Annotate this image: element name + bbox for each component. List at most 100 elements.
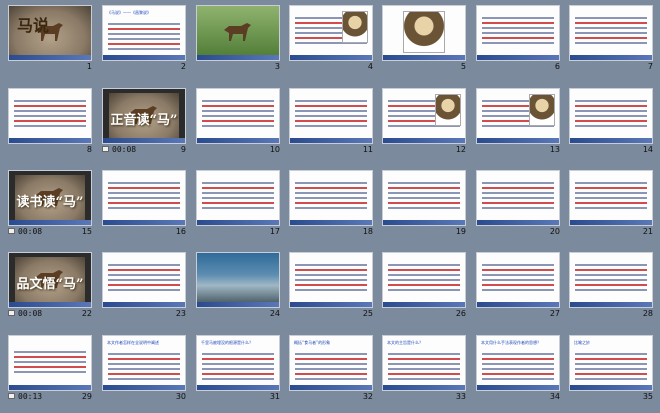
slide-thumbnail[interactable] bbox=[569, 5, 653, 61]
slide-thumbnail-cell[interactable]: 23 bbox=[102, 252, 186, 319]
slide-thumbnail[interactable]: 千里马被埋没的根源是什么？ bbox=[196, 335, 280, 391]
slide-thumbnail[interactable]: 本文的主旨是什么？ bbox=[382, 335, 466, 391]
slide-thumbnail[interactable] bbox=[569, 88, 653, 144]
slide-footer-bar bbox=[9, 385, 91, 390]
slide-thumbnail-cell[interactable]: 本文作者怎样在全说明中阐述 30 bbox=[102, 335, 186, 402]
slide-thumbnail[interactable] bbox=[196, 170, 280, 226]
slide-thumbnail[interactable]: 本文用什么手法表现作者的思想？ bbox=[476, 335, 560, 391]
slide-thumbnail-cell[interactable]: 25 bbox=[289, 252, 373, 319]
slide-thumbnail-cell[interactable]: 品文悟“马” 00:08 22 bbox=[8, 252, 92, 319]
slide-number: 10 bbox=[269, 145, 280, 154]
slide-thumbnail-cell[interactable]: 16 bbox=[102, 170, 186, 237]
slide-title: 马说 bbox=[17, 16, 50, 35]
slide-thumbnail-cell[interactable]: 概括“食马者”的形象 32 bbox=[289, 335, 373, 402]
slide-thumbnail-cell[interactable]: 17 bbox=[196, 170, 280, 237]
slide-heading: 本文的主旨是什么？ bbox=[387, 340, 423, 345]
slide-thumbnail-cell[interactable]: 21 bbox=[569, 170, 653, 237]
slide-thumbnail[interactable] bbox=[102, 252, 186, 308]
slide-thumbnail[interactable] bbox=[476, 88, 560, 144]
slide-thumbnail[interactable] bbox=[382, 88, 466, 144]
slide-number: 4 bbox=[367, 62, 373, 71]
slide-footer-bar bbox=[103, 55, 185, 60]
slide-thumbnail[interactable] bbox=[382, 170, 466, 226]
slide-thumbnail[interactable] bbox=[476, 5, 560, 61]
slide-timing: 00:08 bbox=[18, 309, 43, 318]
slide-number: 21 bbox=[642, 227, 653, 236]
slide-thumbnail[interactable] bbox=[8, 335, 92, 391]
slide-thumbnail-cell[interactable]: 本文的主旨是什么？ 33 bbox=[382, 335, 466, 402]
slide-number: 29 bbox=[81, 392, 92, 401]
slide-thumbnail-cell[interactable]: 00:13 29 bbox=[8, 335, 92, 402]
slide-thumbnail[interactable] bbox=[196, 88, 280, 144]
slide-thumbnail[interactable]: 读书读“马” bbox=[8, 170, 92, 226]
slide-thumbnail[interactable]: 《马说》——《昌黎说》 bbox=[102, 5, 186, 61]
slide-number: 16 bbox=[175, 227, 186, 236]
slide-footer-bar bbox=[290, 220, 372, 225]
slide-footer-bar bbox=[477, 302, 559, 307]
slide-thumbnail[interactable]: 本文作者怎样在全说明中阐述 bbox=[102, 335, 186, 391]
portrait-image bbox=[435, 94, 461, 126]
slide-thumbnail[interactable] bbox=[569, 170, 653, 226]
slide-thumbnail-cell[interactable]: 26 bbox=[382, 252, 466, 319]
slide-footer-bar bbox=[477, 138, 559, 143]
slide-thumbnail[interactable]: 比喻之妙 bbox=[569, 335, 653, 391]
slide-overlay-text: 读书读“马” bbox=[16, 195, 84, 210]
slide-thumbnail-cell[interactable]: 8 bbox=[8, 88, 92, 155]
slide-number: 28 bbox=[642, 309, 653, 318]
slide-thumbnail-cell[interactable]: 7 bbox=[569, 5, 653, 72]
slide-thumbnail-cell[interactable]: 4 bbox=[289, 5, 373, 72]
slide-thumbnail-cell[interactable]: 3 bbox=[196, 5, 280, 72]
slide-thumbnail-cell[interactable]: 本文用什么手法表现作者的思想？ 34 bbox=[476, 335, 560, 402]
slide-thumbnail[interactable] bbox=[476, 170, 560, 226]
slide-timing: 00:13 bbox=[18, 392, 43, 401]
media-icon bbox=[8, 310, 15, 316]
slide-thumbnail-cell[interactable]: 《马说》——《昌黎说》 2 bbox=[102, 5, 186, 72]
slide-thumbnail-cell[interactable]: 马说 1 bbox=[8, 5, 92, 72]
slide-footer-bar bbox=[197, 302, 279, 307]
slide-thumbnail-cell[interactable]: 27 bbox=[476, 252, 560, 319]
slide-thumbnail-cell[interactable]: 正音读“马” 00:08 9 bbox=[102, 88, 186, 155]
slide-footer-bar bbox=[197, 55, 279, 60]
slide-thumbnail[interactable] bbox=[382, 252, 466, 308]
slide-footer-bar bbox=[570, 302, 652, 307]
slide-thumbnail-cell[interactable]: 11 bbox=[289, 88, 373, 155]
slide-thumbnail[interactable] bbox=[289, 170, 373, 226]
slide-footer-bar bbox=[477, 220, 559, 225]
slide-thumbnail-cell[interactable]: 18 bbox=[289, 170, 373, 237]
slide-thumbnail[interactable]: 概括“食马者”的形象 bbox=[289, 335, 373, 391]
slide-footer-bar bbox=[197, 385, 279, 390]
slide-thumbnail[interactable]: 品文悟“马” bbox=[8, 252, 92, 308]
slide-number: 9 bbox=[180, 145, 186, 154]
slide-thumbnail[interactable] bbox=[569, 252, 653, 308]
slide-thumbnail[interactable]: 正音读“马” bbox=[102, 88, 186, 144]
slide-heading: 本文用什么手法表现作者的思想？ bbox=[481, 340, 541, 345]
slide-thumbnail-cell[interactable]: 14 bbox=[569, 88, 653, 155]
slide-thumbnail[interactable] bbox=[289, 88, 373, 144]
slide-thumbnail-cell[interactable]: 6 bbox=[476, 5, 560, 72]
slide-thumbnail-cell[interactable]: 20 bbox=[476, 170, 560, 237]
slide-thumbnail-cell[interactable]: 5 bbox=[382, 5, 466, 72]
slide-footer-bar bbox=[103, 220, 185, 225]
slide-thumbnail[interactable] bbox=[382, 5, 466, 61]
slide-thumbnail-cell[interactable]: 10 bbox=[196, 88, 280, 155]
slide-thumbnail-cell[interactable]: 19 bbox=[382, 170, 466, 237]
slide-thumbnail-cell[interactable]: ​24 bbox=[196, 252, 280, 319]
slide-thumbnail-cell[interactable]: 12 bbox=[382, 88, 466, 155]
slide-thumbnail-cell[interactable]: 13 bbox=[476, 88, 560, 155]
slide-number: 35 bbox=[642, 392, 653, 401]
slide-thumbnail[interactable] bbox=[476, 252, 560, 308]
slide-thumbnail[interactable]: ​ bbox=[196, 252, 280, 308]
slide-thumbnail[interactable] bbox=[289, 252, 373, 308]
slide-thumbnail-cell[interactable]: 读书读“马” 00:08 15 bbox=[8, 170, 92, 237]
slide-footer-bar bbox=[383, 302, 465, 307]
slide-footer-bar bbox=[290, 385, 372, 390]
slide-thumbnail[interactable] bbox=[8, 88, 92, 144]
slide-thumbnail[interactable] bbox=[102, 170, 186, 226]
slide-thumbnail[interactable]: 马说 bbox=[8, 5, 92, 61]
slide-thumbnail[interactable] bbox=[196, 5, 280, 61]
slide-thumbnail-cell[interactable]: 千里马被埋没的根源是什么？ 31 bbox=[196, 335, 280, 402]
slide-thumbnail[interactable] bbox=[289, 5, 373, 61]
slide-thumbnail-cell[interactable]: 比喻之妙 35 bbox=[569, 335, 653, 402]
slide-heading: 比喻之妙 bbox=[574, 340, 590, 345]
slide-thumbnail-cell[interactable]: 28 bbox=[569, 252, 653, 319]
